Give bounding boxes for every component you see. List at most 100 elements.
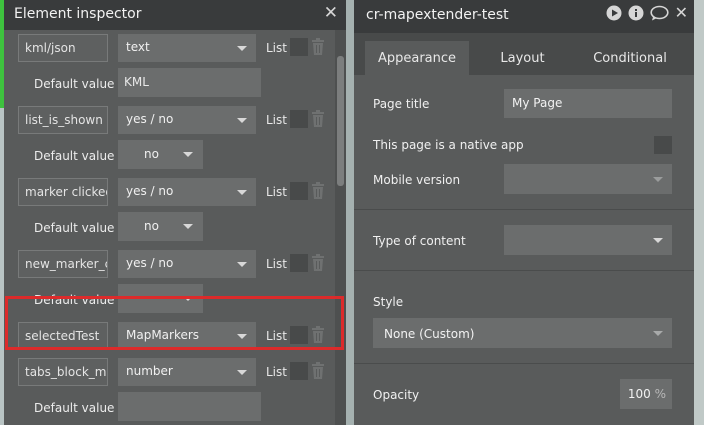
list-checkbox[interactable] <box>290 254 308 272</box>
trash-icon[interactable] <box>311 362 325 379</box>
style-dropdown[interactable]: None (Custom) <box>373 318 672 348</box>
style-label: Style <box>373 295 404 309</box>
state-name-input[interactable]: kml/json <box>18 34 108 62</box>
default-value-row: Default value no <box>4 138 336 174</box>
mobile-version-label: Mobile version <box>373 173 461 187</box>
default-value-dropdown[interactable]: no <box>118 140 203 169</box>
state-type-dropdown[interactable]: yes / no <box>118 178 256 206</box>
list-label: List <box>266 257 287 271</box>
list-checkbox[interactable] <box>290 182 308 200</box>
default-value-dropdown[interactable] <box>118 284 203 313</box>
trash-icon[interactable] <box>311 182 325 199</box>
opacity-value: 100 <box>627 387 651 401</box>
state-name-input[interactable]: new_marker_cr <box>18 250 108 278</box>
scrollbar-thumb[interactable] <box>337 56 344 186</box>
chevron-down-icon <box>183 296 193 301</box>
custom-state-row: tabs_block_map number List <box>4 354 336 390</box>
list-label: List <box>266 113 287 127</box>
default-value-selected: no <box>144 219 159 233</box>
default-value-label: Default value <box>34 149 115 163</box>
tab-conditional[interactable]: Conditional <box>576 41 684 75</box>
default-value-row: Default value <box>4 390 336 425</box>
trash-icon[interactable] <box>311 110 325 127</box>
section-divider <box>354 363 694 364</box>
type-of-content-label: Type of content <box>373 234 466 248</box>
list-label: List <box>266 329 287 343</box>
type-of-content-dropdown[interactable] <box>504 225 672 255</box>
close-icon[interactable]: ✕ <box>324 5 338 22</box>
opacity-unit: % <box>654 387 666 401</box>
tab-appearance[interactable]: Appearance <box>365 41 469 75</box>
chevron-down-icon <box>237 118 247 123</box>
close-icon[interactable]: ✕ <box>675 5 688 21</box>
page-title-input[interactable]: My Page <box>504 89 672 118</box>
element-inspector-titlebar[interactable]: Element inspector ✕ <box>4 0 346 30</box>
state-type-value: text <box>126 40 150 54</box>
style-value: None (Custom) <box>384 327 475 341</box>
page-name-title: cr-mapextender-test <box>366 7 509 23</box>
list-checkbox[interactable] <box>290 110 308 128</box>
inspector-scrollbar[interactable] <box>335 30 346 425</box>
list-checkbox[interactable] <box>290 326 308 344</box>
list-label: List <box>266 365 287 379</box>
default-value-input[interactable]: KML <box>118 68 261 97</box>
canvas-background <box>346 0 354 425</box>
property-tabs: Appearance Layout Conditional <box>354 33 694 75</box>
titlebar-icons: ✕ <box>606 5 688 21</box>
chevron-down-icon <box>237 370 247 375</box>
trash-icon[interactable] <box>311 254 325 271</box>
opacity-label: Opacity <box>373 388 420 402</box>
state-type-dropdown[interactable]: yes / no <box>118 106 256 134</box>
mobile-version-dropdown[interactable] <box>504 164 672 194</box>
chevron-down-icon <box>237 190 247 195</box>
state-name-input[interactable]: selectedTest <box>18 322 108 350</box>
canvas-background-right <box>694 0 704 425</box>
default-value-row: Default value no <box>4 210 336 246</box>
opacity-input[interactable]: 100 % <box>620 379 672 409</box>
default-value-label: Default value <box>34 401 115 415</box>
page-title-label: Page title <box>373 97 430 111</box>
native-app-checkbox[interactable] <box>654 136 672 154</box>
state-name-input[interactable]: tabs_block_map <box>18 358 108 386</box>
state-type-dropdown[interactable]: yes / no <box>118 250 256 278</box>
state-type-value: number <box>126 364 173 378</box>
default-value-input[interactable] <box>118 392 261 421</box>
default-value-dropdown[interactable]: no <box>118 212 203 241</box>
state-type-value: yes / no <box>126 112 174 126</box>
play-icon[interactable] <box>606 5 622 21</box>
list-checkbox[interactable] <box>290 38 308 56</box>
info-icon[interactable] <box>628 5 644 21</box>
state-type-value: yes / no <box>126 256 174 270</box>
state-name-input[interactable]: list_is_shown <box>18 106 108 134</box>
page-editor-titlebar[interactable]: cr-mapextender-test ✕ <box>354 0 694 33</box>
default-value-label: Default value <box>34 77 115 91</box>
chevron-down-icon <box>653 177 663 182</box>
list-checkbox[interactable] <box>290 362 308 380</box>
chevron-down-icon <box>183 152 193 157</box>
chevron-down-icon <box>653 331 663 336</box>
custom-state-row: list_is_shown yes / no List <box>4 102 336 138</box>
trash-icon[interactable] <box>311 326 325 343</box>
state-type-dropdown[interactable]: MapMarkers <box>118 322 256 350</box>
state-type-dropdown[interactable]: text <box>118 34 256 62</box>
chevron-down-icon <box>237 262 247 267</box>
state-name-input[interactable]: marker clicked <box>18 178 108 206</box>
list-label: List <box>266 41 287 55</box>
element-inspector-panel: Element inspector ✕ kml/json text List Defa… <box>4 0 346 425</box>
trash-icon[interactable] <box>311 38 325 55</box>
state-type-dropdown[interactable]: number <box>118 358 256 386</box>
comment-icon[interactable] <box>649 5 669 21</box>
custom-state-row: selectedTest MapMarkers List <box>4 318 336 354</box>
default-value-selected: no <box>144 147 159 161</box>
element-inspector-title: Element inspector <box>14 6 142 22</box>
section-divider <box>354 270 694 271</box>
native-app-label: This page is a native app <box>373 138 524 152</box>
default-value-row: Default value <box>4 282 336 318</box>
default-value-label: Default value <box>34 221 115 235</box>
chevron-down-icon <box>183 224 193 229</box>
custom-state-row: kml/json text List <box>4 30 336 66</box>
default-value-row: Default value KML <box>4 66 336 102</box>
section-divider <box>354 209 694 210</box>
chevron-down-icon <box>653 238 663 243</box>
tab-layout[interactable]: Layout <box>469 41 576 75</box>
